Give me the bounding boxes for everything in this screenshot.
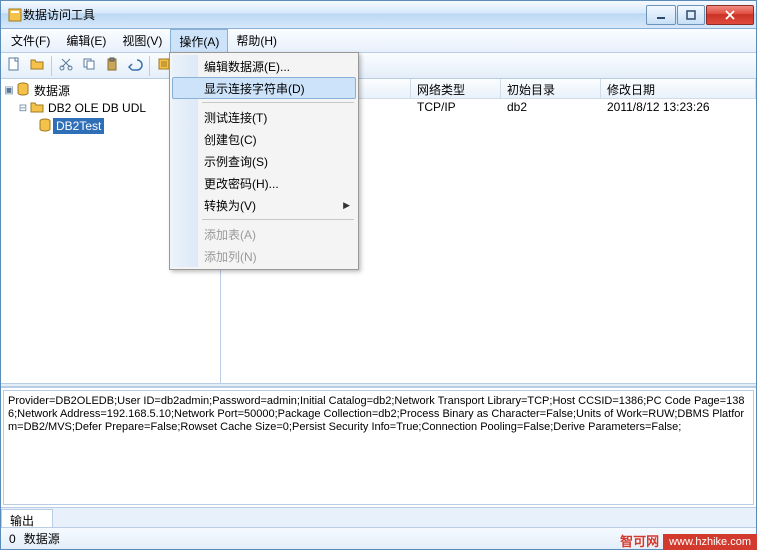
paste-icon (104, 56, 120, 75)
cell: db2 (501, 99, 601, 117)
submenu-arrow-icon: ▶ (343, 200, 350, 211)
toolbar-undo[interactable] (124, 55, 146, 77)
col-header-modified[interactable]: 修改日期 (601, 79, 756, 98)
status-label: 数据源 (20, 530, 64, 547)
menu-convert-to[interactable]: 转换为(V)▶ (172, 194, 356, 216)
cell: TCP/IP (411, 99, 501, 117)
titlebar: 数据访问工具 (1, 1, 756, 29)
menubar: 文件(F) 编辑(E) 视图(V) 操作(A) 帮助(H) (1, 29, 756, 53)
tree-label: 数据源 (31, 81, 73, 100)
menu-test-connection[interactable]: 测试连接(T) (172, 106, 356, 128)
upper-pane: ▣ 数据源 ⊟ DB2 OLE DB UDL DB2Test 网络类型 (1, 79, 756, 383)
undo-icon (127, 56, 143, 75)
toolbar-new[interactable] (3, 55, 25, 77)
menu-add-column: 添加列(N) (172, 245, 356, 267)
app-window: 数据访问工具 文件(F) 编辑(E) 视图(V) 操作(A) 帮助(H) (0, 0, 757, 550)
cut-icon (58, 56, 74, 75)
client-area: ▣ 数据源 ⊟ DB2 OLE DB UDL DB2Test 网络类型 (1, 79, 756, 527)
new-icon (6, 56, 22, 75)
collapse-icon[interactable]: ⊟ (17, 103, 29, 114)
col-header-catalog[interactable]: 初始目录 (501, 79, 601, 98)
folder-icon (29, 99, 45, 118)
window-title: 数据访问工具 (23, 6, 645, 23)
connection-string-text[interactable]: Provider=DB2OLEDB;User ID=db2admin;Passw… (3, 390, 754, 505)
cell: 2011/8/12 13:23:26 (601, 99, 756, 117)
action-dropdown: 编辑数据源(E)... 显示连接字符串(D) 测试连接(T) 创建包(C) 示例… (169, 52, 359, 270)
toolbar-copy[interactable] (78, 55, 100, 77)
copy-icon (81, 56, 97, 75)
toolbar (1, 53, 756, 79)
minimize-button[interactable] (646, 5, 676, 25)
menu-separator (202, 102, 354, 103)
menu-create-package[interactable]: 创建包(C) (172, 128, 356, 150)
toolbar-cut[interactable] (55, 55, 77, 77)
menu-view[interactable]: 视图(V) (114, 29, 170, 52)
output-tab[interactable]: 输出 (1, 509, 53, 527)
menu-add-table: 添加表(A) (172, 223, 356, 245)
toolbar-separator (149, 56, 150, 76)
folder-open-icon (29, 56, 45, 75)
output-tabstrip: 输出 (1, 507, 756, 527)
menu-show-connstr[interactable]: 显示连接字符串(D) (172, 77, 356, 99)
bottom-pane: Provider=DB2OLEDB;User ID=db2admin;Passw… (1, 387, 756, 527)
menu-edit[interactable]: 编辑(E) (58, 29, 114, 52)
db-icon (37, 117, 53, 136)
tree-label: DB2 OLE DB UDL (45, 100, 149, 116)
close-button[interactable] (706, 5, 754, 25)
toolbar-open[interactable] (26, 55, 48, 77)
statusbar: 0 数据源 (1, 527, 756, 549)
menu-help[interactable]: 帮助(H) (228, 29, 285, 52)
status-count: 0 (5, 532, 20, 546)
tree-label: DB2Test (53, 118, 104, 134)
col-header-network[interactable]: 网络类型 (411, 79, 501, 98)
toolbar-separator (51, 56, 52, 76)
menu-edit-datasource[interactable]: 编辑数据源(E)... (172, 55, 356, 77)
menu-sample-query[interactable]: 示例查询(S) (172, 150, 356, 172)
menu-change-password[interactable]: 更改密码(H)... (172, 172, 356, 194)
menu-action[interactable]: 操作(A) (170, 29, 228, 52)
menu-separator (202, 219, 354, 220)
app-icon (7, 7, 23, 23)
menu-file[interactable]: 文件(F) (3, 29, 58, 52)
toolbar-paste[interactable] (101, 55, 123, 77)
datasource-icon (15, 81, 31, 100)
maximize-button[interactable] (677, 5, 705, 25)
collapse-icon[interactable]: ▣ (3, 85, 15, 96)
